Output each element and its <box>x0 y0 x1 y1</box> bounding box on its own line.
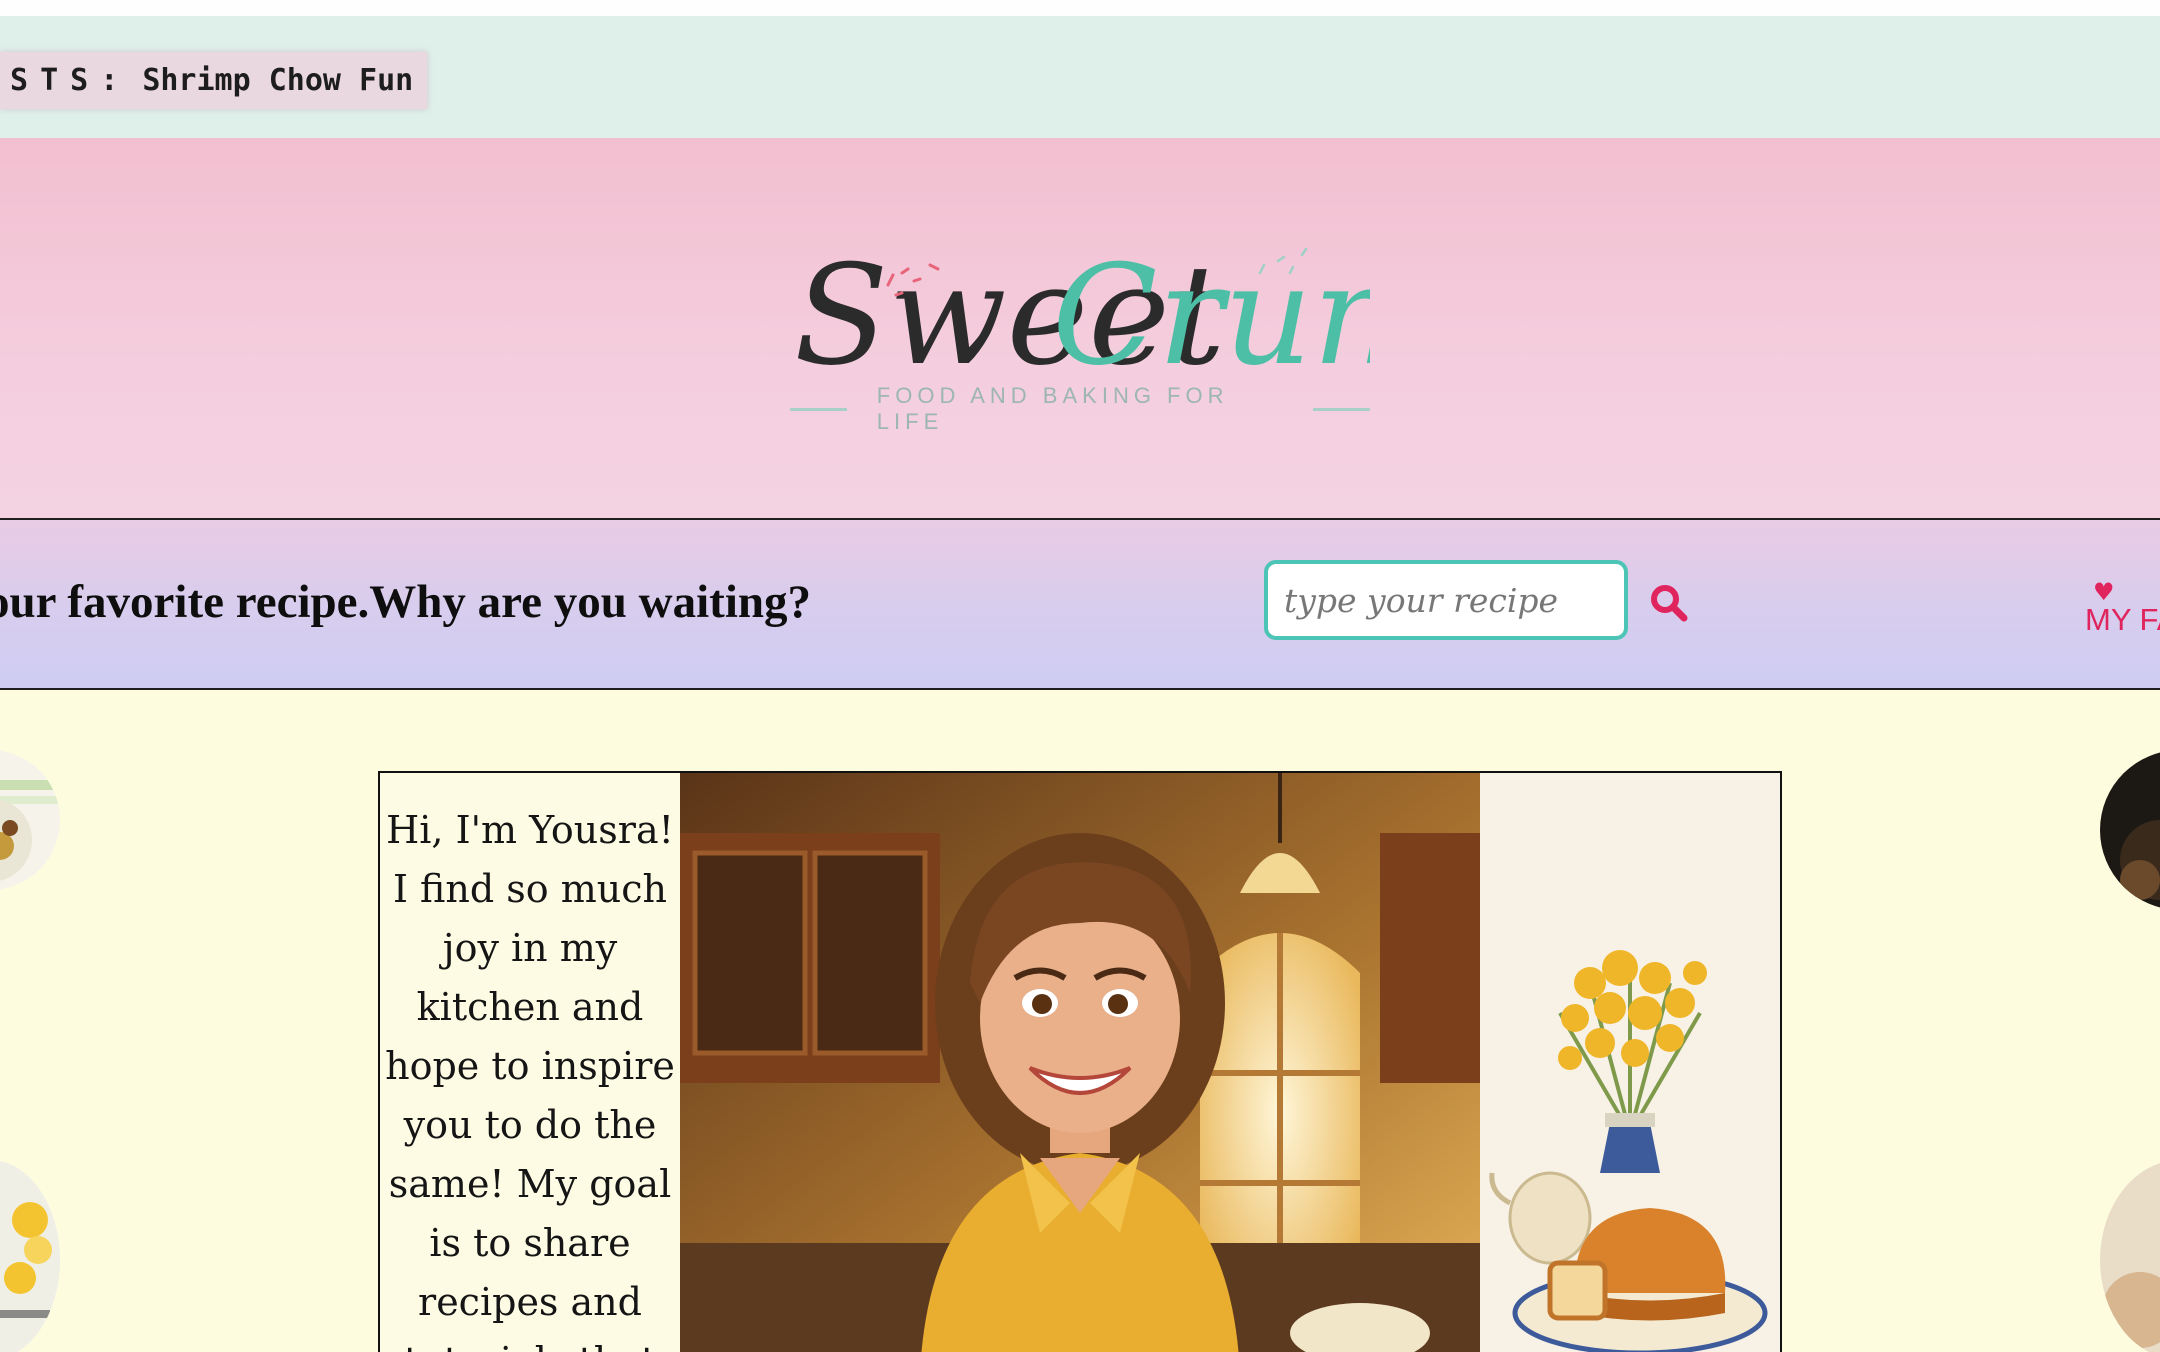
heart-icon: ♥ <box>2093 578 2115 606</box>
tagline-rule-left <box>790 407 847 411</box>
search-band: our favorite recipe.Why are you waiting?… <box>0 520 2160 690</box>
ticker-item[interactable]: OSTS: Shrimp Chow Fun <box>0 52 427 109</box>
site-header: Sweet Crunch FOOD AND BAKING FOR LIFE <box>0 138 2160 520</box>
tagline-rule-right <box>1313 407 1370 411</box>
recipe-thumbnail-left-top[interactable] <box>0 750 60 890</box>
main-content: Hi, I'm Yousra! I find so much joy in my… <box>0 690 2160 1352</box>
ticker-label: OSTS: <box>0 63 131 98</box>
recipe-search-input[interactable] <box>1264 560 1628 640</box>
flowers-and-bread-illustration <box>1480 773 1780 1352</box>
browser-top-edge <box>0 0 2160 17</box>
about-intro-card: Hi, I'm Yousra! I find so much joy in my… <box>378 771 1782 1352</box>
logo-word-crunch: Crunch <box>1052 235 1370 396</box>
tagline-text: FOOD AND BAKING FOR LIFE <box>876 383 1229 434</box>
recipe-thumbnail-right-bottom[interactable] <box>2100 1160 2160 1352</box>
favorites-link[interactable]: ♥ MY FA <box>2085 580 2160 644</box>
search-icon[interactable] <box>1648 582 1690 624</box>
site-logo[interactable]: Sweet Crunch FOOD AND BAKING FOR LIFE <box>790 233 1567 434</box>
latest-posts-ticker: OSTS: Shrimp Chow Fun <box>0 16 2160 138</box>
recipe-thumbnail-left-bottom[interactable] <box>0 1160 60 1352</box>
logo-tagline: FOOD AND BAKING FOR LIFE <box>790 383 1370 434</box>
about-intro-text: Hi, I'm Yousra! I find so much joy in my… <box>380 773 680 1352</box>
search-prompt-text: our favorite recipe.Why are you waiting? <box>0 576 812 628</box>
ticker-post-link[interactable]: Shrimp Chow Fun <box>142 63 413 98</box>
recipe-thumbnail-right-top[interactable] <box>2100 750 2160 910</box>
favorites-label: MY FA <box>2085 602 2160 637</box>
author-illustration <box>680 773 1480 1352</box>
